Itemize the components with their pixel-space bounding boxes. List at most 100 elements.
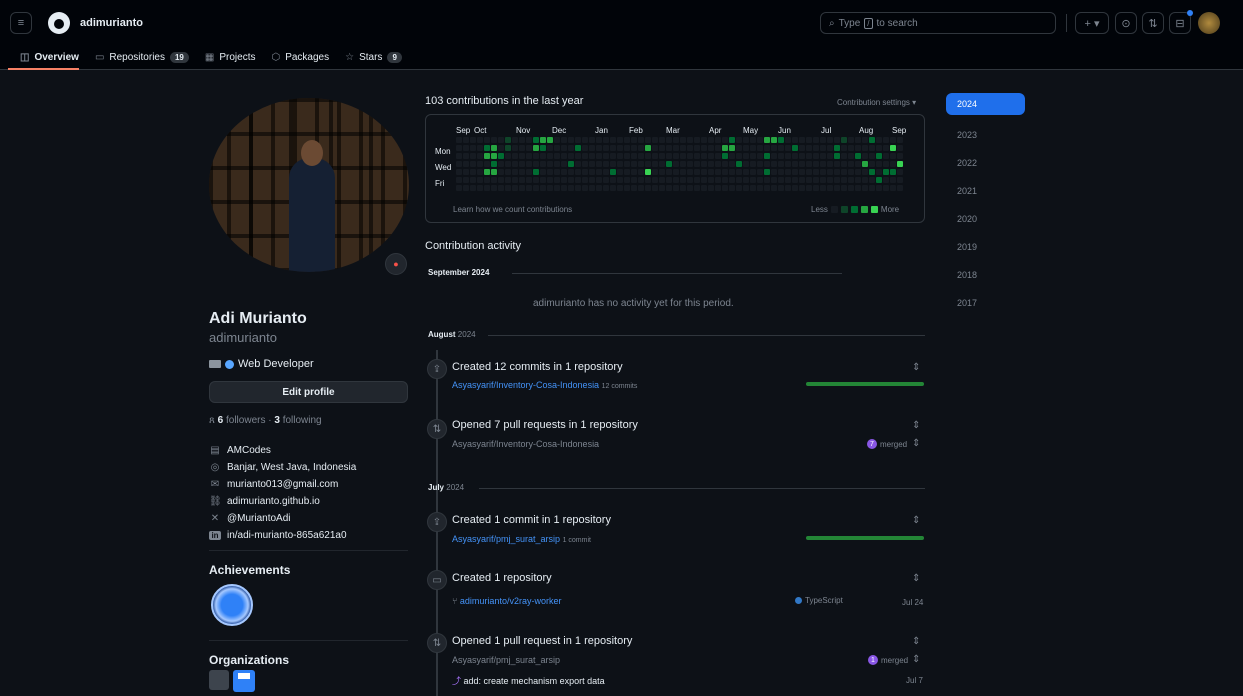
contribution-day[interactable] bbox=[750, 153, 756, 159]
contribution-day[interactable] bbox=[673, 137, 679, 143]
contribution-day[interactable] bbox=[757, 161, 763, 167]
contribution-day[interactable] bbox=[820, 185, 826, 191]
contribution-day[interactable] bbox=[666, 177, 672, 183]
fold-icon[interactable]: ⇕ bbox=[912, 420, 920, 431]
contribution-day[interactable] bbox=[680, 145, 686, 151]
contribution-day[interactable] bbox=[463, 161, 469, 167]
contribution-day[interactable] bbox=[631, 145, 637, 151]
contribution-day[interactable] bbox=[596, 185, 602, 191]
contribution-day[interactable] bbox=[526, 185, 532, 191]
contribution-day[interactable] bbox=[841, 145, 847, 151]
contribution-day[interactable] bbox=[820, 169, 826, 175]
contribution-day[interactable] bbox=[484, 145, 490, 151]
contribution-day[interactable] bbox=[869, 161, 875, 167]
contribution-day[interactable] bbox=[792, 169, 798, 175]
contribution-day[interactable] bbox=[806, 145, 812, 151]
contribution-day[interactable] bbox=[547, 169, 553, 175]
contribution-day[interactable] bbox=[652, 161, 658, 167]
contribution-day[interactable] bbox=[540, 145, 546, 151]
contribution-day[interactable] bbox=[589, 177, 595, 183]
contribution-day[interactable] bbox=[771, 137, 777, 143]
contribution-day[interactable] bbox=[701, 177, 707, 183]
contribution-day[interactable] bbox=[477, 185, 483, 191]
contribution-day[interactable] bbox=[680, 153, 686, 159]
contribution-day[interactable] bbox=[540, 177, 546, 183]
contribution-day[interactable] bbox=[477, 161, 483, 167]
contribution-day[interactable] bbox=[841, 169, 847, 175]
contribution-day[interactable] bbox=[771, 153, 777, 159]
contribution-day[interactable] bbox=[652, 137, 658, 143]
contribution-day[interactable] bbox=[603, 185, 609, 191]
contribution-day[interactable] bbox=[484, 161, 490, 167]
contribution-day[interactable] bbox=[561, 161, 567, 167]
contribution-day[interactable] bbox=[491, 161, 497, 167]
contribution-day[interactable] bbox=[666, 185, 672, 191]
contribution-day[interactable] bbox=[841, 161, 847, 167]
vcard-email-text[interactable]: murianto013@gmail.com bbox=[227, 479, 338, 490]
contribution-day[interactable] bbox=[750, 161, 756, 167]
contribution-day[interactable] bbox=[708, 137, 714, 143]
contribution-day[interactable] bbox=[596, 137, 602, 143]
contribution-day[interactable] bbox=[610, 137, 616, 143]
contribution-day[interactable] bbox=[743, 169, 749, 175]
contribution-day[interactable] bbox=[498, 153, 504, 159]
contribution-day[interactable] bbox=[715, 185, 721, 191]
contribution-day[interactable] bbox=[785, 169, 791, 175]
contribution-day[interactable] bbox=[820, 177, 826, 183]
contribution-day[interactable] bbox=[575, 137, 581, 143]
contribution-day[interactable] bbox=[526, 153, 532, 159]
contribution-day[interactable] bbox=[470, 177, 476, 183]
contribution-day[interactable] bbox=[694, 145, 700, 151]
contribution-day[interactable] bbox=[659, 145, 665, 151]
contribution-day[interactable] bbox=[631, 177, 637, 183]
contribution-day[interactable] bbox=[757, 169, 763, 175]
contribution-day[interactable] bbox=[848, 145, 854, 151]
contribution-day[interactable] bbox=[582, 185, 588, 191]
contribution-day[interactable] bbox=[869, 185, 875, 191]
contribution-day[interactable] bbox=[645, 161, 651, 167]
contribution-day[interactable] bbox=[456, 169, 462, 175]
contribution-day[interactable] bbox=[750, 177, 756, 183]
contribution-day[interactable] bbox=[855, 169, 861, 175]
contribution-day[interactable] bbox=[561, 177, 567, 183]
repo-link[interactable]: Asyasyarif/pmj_surat_arsip bbox=[452, 534, 560, 544]
contribution-day[interactable] bbox=[512, 145, 518, 151]
contribution-day[interactable] bbox=[498, 169, 504, 175]
contribution-day[interactable] bbox=[603, 177, 609, 183]
contribution-day[interactable] bbox=[757, 185, 763, 191]
contribution-day[interactable] bbox=[883, 137, 889, 143]
contribution-day[interactable] bbox=[743, 177, 749, 183]
contribution-day[interactable] bbox=[568, 145, 574, 151]
contribution-day[interactable] bbox=[813, 185, 819, 191]
contribution-day[interactable] bbox=[757, 137, 763, 143]
contribution-day[interactable] bbox=[778, 161, 784, 167]
contribution-day[interactable] bbox=[568, 161, 574, 167]
contribution-day[interactable] bbox=[673, 177, 679, 183]
contribution-day[interactable] bbox=[638, 169, 644, 175]
contribution-day[interactable] bbox=[519, 177, 525, 183]
contribution-day[interactable] bbox=[722, 169, 728, 175]
following-count[interactable]: 3 bbox=[274, 415, 280, 426]
contribution-day[interactable] bbox=[764, 177, 770, 183]
contribution-day[interactable] bbox=[708, 153, 714, 159]
contribution-day[interactable] bbox=[778, 169, 784, 175]
contribution-day[interactable] bbox=[589, 153, 595, 159]
vcard-email[interactable]: ✉ murianto013@gmail.com bbox=[209, 476, 356, 493]
contribution-day[interactable] bbox=[883, 185, 889, 191]
contribution-day[interactable] bbox=[792, 137, 798, 143]
contribution-day[interactable] bbox=[477, 137, 483, 143]
activity-pr-repo[interactable]: Asyasyarif/Inventory-Cosa-Indonesia bbox=[452, 439, 599, 449]
contribution-day[interactable] bbox=[862, 153, 868, 159]
menu-button[interactable]: ≡ bbox=[10, 12, 32, 34]
contribution-day[interactable] bbox=[778, 153, 784, 159]
contribution-day[interactable] bbox=[834, 145, 840, 151]
contribution-day[interactable] bbox=[729, 169, 735, 175]
contribution-day[interactable] bbox=[484, 177, 490, 183]
contribution-day[interactable] bbox=[624, 169, 630, 175]
contribution-day[interactable] bbox=[785, 161, 791, 167]
contribution-day[interactable] bbox=[603, 137, 609, 143]
header-username[interactable]: adimurianto bbox=[80, 17, 143, 29]
fold-icon[interactable]: ⇕ bbox=[912, 515, 920, 526]
contribution-day[interactable] bbox=[526, 137, 532, 143]
user-avatar-menu[interactable] bbox=[1198, 12, 1220, 34]
